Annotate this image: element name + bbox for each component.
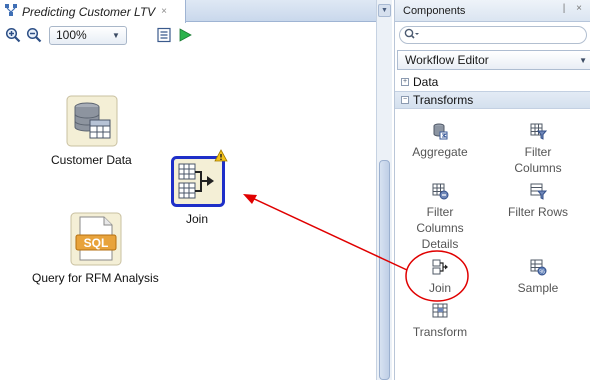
component-transform[interactable]: Transform [395, 302, 485, 340]
component-filter-columns-details-label: Filter Columns Details [416, 205, 464, 251]
collapse-icon[interactable]: − [401, 96, 409, 104]
components-header: Components | × [395, 0, 590, 22]
properties-icon[interactable] [155, 26, 173, 44]
section-transforms[interactable]: − Transforms [395, 91, 590, 109]
component-aggregate[interactable]: Aggregate [395, 122, 485, 160]
sample-icon: % [530, 259, 547, 276]
editor-vertical-scrollbar[interactable]: ▼ [376, 0, 392, 380]
component-sample-label: Sample [517, 281, 559, 295]
query-rfm-node[interactable]: SQL [70, 212, 122, 269]
chevron-down-icon: ▼ [112, 30, 120, 40]
scrollbar-thumb[interactable] [379, 160, 390, 380]
palette-select-value: Workflow Editor [405, 53, 489, 67]
aggregate-icon [433, 123, 448, 140]
section-data[interactable]: + Data [395, 73, 590, 91]
svg-text:%: % [539, 270, 545, 276]
zoom-level-value: 100% [56, 28, 87, 42]
customer-data-node[interactable] [66, 95, 118, 150]
editor-toolbar: 100% ▼ [0, 23, 376, 47]
svg-text:SQL: SQL [84, 236, 109, 250]
filter-rows-icon [530, 183, 547, 200]
database-table-icon [66, 95, 118, 147]
component-filter-rows-label: Filter Rows [507, 205, 568, 219]
zoom-out-icon[interactable] [25, 26, 43, 44]
search-input[interactable] [422, 29, 586, 41]
scroll-up-icon[interactable]: ▼ [378, 4, 391, 17]
search-icon[interactable] [404, 28, 420, 43]
section-data-label: Data [413, 75, 439, 89]
join-icon [432, 259, 448, 275]
zoom-in-icon[interactable] [4, 26, 22, 44]
query-rfm-label: Query for RFM Analysis [32, 271, 159, 285]
components-panel: Components | × Workflow Editor ▼ + Data … [394, 0, 590, 380]
customer-data-label: Customer Data [51, 153, 132, 167]
tab-predicting-customer-ltv[interactable]: Predicting Customer LTV × [0, 0, 186, 23]
section-transforms-label: Transforms [413, 93, 474, 107]
chevron-down-icon: ▼ [579, 55, 587, 65]
tab-close-icon[interactable]: × [161, 6, 167, 17]
run-icon[interactable] [176, 26, 194, 44]
component-filter-columns-details[interactable]: Filter Columns Details [395, 182, 485, 252]
component-join[interactable]: Join [395, 258, 485, 296]
component-join-label: Join [428, 281, 451, 295]
filter-columns-icon [530, 123, 547, 140]
panel-close-icon[interactable]: | × [563, 3, 586, 14]
component-search-box[interactable] [399, 26, 587, 44]
transform-icon [432, 303, 448, 318]
sql-query-icon: SQL [70, 212, 122, 266]
component-filter-columns-label: Filter Columns [514, 145, 562, 175]
warning-icon [214, 149, 228, 162]
join-label: Join [186, 212, 209, 226]
editor-tab-strip: Predicting Customer LTV × [0, 0, 392, 23]
join-node[interactable] [171, 149, 233, 213]
component-aggregate-label: Aggregate [412, 145, 468, 159]
zoom-level-select[interactable]: 100% ▼ [49, 25, 127, 45]
component-sample[interactable]: % Sample [493, 258, 583, 296]
expand-icon[interactable]: + [401, 78, 409, 86]
workflow-editor: Predicting Customer LTV × 100% ▼ Custome… [0, 0, 392, 380]
component-filter-columns[interactable]: Filter Columns [493, 122, 583, 176]
component-filter-rows[interactable]: Filter Rows [493, 182, 583, 220]
filter-columns-details-icon [432, 183, 449, 200]
component-search-row [395, 22, 590, 48]
tab-title: Predicting Customer LTV [22, 4, 156, 19]
component-transform-label: Transform [412, 325, 468, 339]
palette-select[interactable]: Workflow Editor ▼ [397, 50, 590, 70]
components-title: Components [403, 4, 466, 17]
workflow-canvas[interactable]: Customer Data Join SQL Query for RFM Ana… [0, 48, 376, 380]
workflow-icon [4, 3, 18, 20]
